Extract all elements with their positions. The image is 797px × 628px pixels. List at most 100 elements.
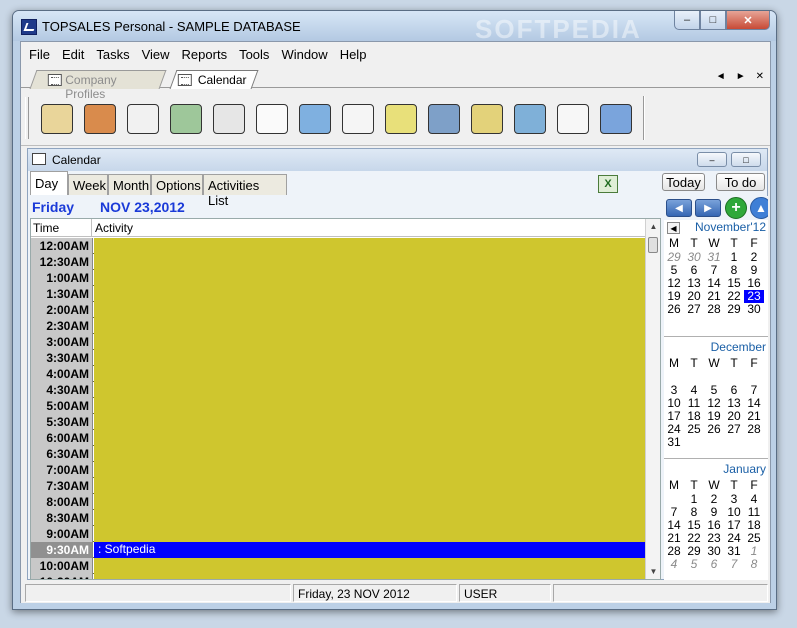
alert-icon[interactable]: ▲ xyxy=(750,197,768,219)
schedule-row[interactable]: 1:00AM xyxy=(31,270,645,286)
close-button[interactable]: ✕ xyxy=(726,11,770,30)
day-cell[interactable]: 26 xyxy=(704,423,724,436)
menu-view[interactable]: View xyxy=(136,45,176,62)
activity-cell[interactable] xyxy=(94,254,645,270)
toolbar-grip[interactable] xyxy=(25,97,29,139)
activity-cell[interactable] xyxy=(94,446,645,462)
menu-tasks[interactable]: Tasks xyxy=(90,45,135,62)
store-icon[interactable] xyxy=(468,100,506,138)
todo-button[interactable]: To do xyxy=(716,173,765,191)
schedule-row[interactable]: 10:00AM xyxy=(31,558,645,574)
people-icon[interactable] xyxy=(81,100,119,138)
schedule-row[interactable]: 2:00AM xyxy=(31,302,645,318)
child-restore-button[interactable]: □ xyxy=(731,152,761,167)
activity-cell[interactable] xyxy=(94,398,645,414)
excel-export-icon[interactable]: X xyxy=(598,175,618,193)
menu-window[interactable]: Window xyxy=(275,45,333,62)
day-cell[interactable]: 25 xyxy=(684,423,704,436)
schedule-row[interactable]: 8:00AM xyxy=(31,494,645,510)
day-cell[interactable]: 29 xyxy=(724,303,744,316)
day-cell[interactable]: 30 xyxy=(744,303,764,316)
scroll-down-icon[interactable]: ▼ xyxy=(646,564,660,579)
tab-calendar[interactable]: Calendar xyxy=(169,70,259,89)
day-cell[interactable]: 31 xyxy=(664,436,684,449)
schedule-row[interactable]: 8:30AM xyxy=(31,510,645,526)
activity-cell[interactable] xyxy=(94,318,645,334)
activity-cell[interactable] xyxy=(94,286,645,302)
schedule-row[interactable]: 7:00AM xyxy=(31,462,645,478)
contacts-mail-icon[interactable] xyxy=(38,100,76,138)
tab-company-profiles[interactable]: Company Profiles xyxy=(29,70,167,101)
schedule-row[interactable]: 3:30AM xyxy=(31,350,645,366)
minimize-button[interactable]: – xyxy=(674,11,700,30)
schedule-row[interactable]: 3:00AM xyxy=(31,334,645,350)
tab-month[interactable]: Month xyxy=(108,174,151,195)
tab-week[interactable]: Week xyxy=(68,174,108,195)
schedule-row[interactable]: 12:00AM xyxy=(31,238,645,254)
menu-edit[interactable]: Edit xyxy=(56,45,90,62)
activity-cell[interactable] xyxy=(94,366,645,382)
letter-pen-icon[interactable] xyxy=(124,100,162,138)
day-cell[interactable]: 4 xyxy=(664,558,684,571)
schedule-row[interactable]: 1:30AM xyxy=(31,286,645,302)
scroll-up-icon[interactable]: ▲ xyxy=(646,219,660,234)
schedule-row[interactable]: 5:00AM xyxy=(31,398,645,414)
schedule-row[interactable]: 2:30AM xyxy=(31,318,645,334)
activity-cell[interactable] xyxy=(94,494,645,510)
activity-cell[interactable] xyxy=(94,558,645,574)
activity-cell[interactable] xyxy=(94,510,645,526)
schedule-row[interactable]: 4:30AM xyxy=(31,382,645,398)
calculator-icon[interactable] xyxy=(597,100,635,138)
schedule-row[interactable]: 6:00AM xyxy=(31,430,645,446)
day-cell[interactable]: 26 xyxy=(664,303,684,316)
activity-cell[interactable] xyxy=(94,478,645,494)
report-icon[interactable] xyxy=(253,100,291,138)
tab-activities-list[interactable]: Activities List xyxy=(203,174,287,208)
schedule-row[interactable]: 9:30AM: Softpedia xyxy=(31,542,645,558)
activity-cell[interactable] xyxy=(94,526,645,542)
day-cell[interactable]: 27 xyxy=(684,303,704,316)
child-minimize-button[interactable]: – xyxy=(697,152,727,167)
add-activity-icon[interactable]: + xyxy=(725,197,747,219)
documents-icon[interactable] xyxy=(167,100,205,138)
menu-help[interactable]: Help xyxy=(334,45,373,62)
activity-cell[interactable] xyxy=(94,270,645,286)
day-cell[interactable]: 6 xyxy=(704,558,724,571)
today-button[interactable]: Today xyxy=(662,173,705,191)
cash-register-icon[interactable] xyxy=(382,100,420,138)
activity-cell[interactable] xyxy=(94,430,645,446)
activity-cell[interactable] xyxy=(94,574,645,579)
schedule-row[interactable]: 7:30AM xyxy=(31,478,645,494)
title-bar[interactable]: TOPSALES Personal - SAMPLE DATABASE SOFT… xyxy=(13,11,776,44)
tab-next-icon[interactable]: ► xyxy=(736,71,746,82)
schedule-row[interactable]: 4:00AM xyxy=(31,366,645,382)
tab-day[interactable]: Day xyxy=(30,171,68,195)
column-divider[interactable] xyxy=(91,219,92,237)
schedule-row[interactable]: 5:30AM xyxy=(31,414,645,430)
schedule-row[interactable]: 12:30AM xyxy=(31,254,645,270)
tab-prev-icon[interactable]: ◄ xyxy=(716,71,726,82)
activity-cell[interactable] xyxy=(94,350,645,366)
day-cell[interactable]: 28 xyxy=(704,303,724,316)
day-cell[interactable]: 7 xyxy=(724,558,744,571)
activity-cell[interactable] xyxy=(94,462,645,478)
calendar-window-titlebar[interactable]: Calendar – □ xyxy=(28,149,767,171)
globe-computer-icon[interactable] xyxy=(296,100,334,138)
day-cell[interactable]: 27 xyxy=(724,423,744,436)
drafting-lamp-icon[interactable] xyxy=(511,100,549,138)
menu-reports[interactable]: Reports xyxy=(176,45,234,62)
tab-options[interactable]: Options xyxy=(151,174,203,195)
tab-close-icon[interactable]: ✕ xyxy=(756,71,764,82)
vertical-scrollbar[interactable]: ▲ ▼ xyxy=(645,219,660,579)
menu-file[interactable]: File xyxy=(23,45,56,62)
activity-cell[interactable] xyxy=(94,382,645,398)
activity-cell[interactable] xyxy=(94,238,645,254)
maximize-button[interactable]: □ xyxy=(700,11,726,30)
day-cell[interactable]: 28 xyxy=(744,423,764,436)
day-cell[interactable]: 8 xyxy=(744,558,764,571)
activity-cell[interactable] xyxy=(94,302,645,318)
next-month-icon[interactable]: ▶ xyxy=(695,199,721,217)
schedule-row[interactable]: 10:30AM xyxy=(31,574,645,579)
bank-icon[interactable] xyxy=(425,100,463,138)
calendar-97-icon[interactable] xyxy=(210,100,248,138)
